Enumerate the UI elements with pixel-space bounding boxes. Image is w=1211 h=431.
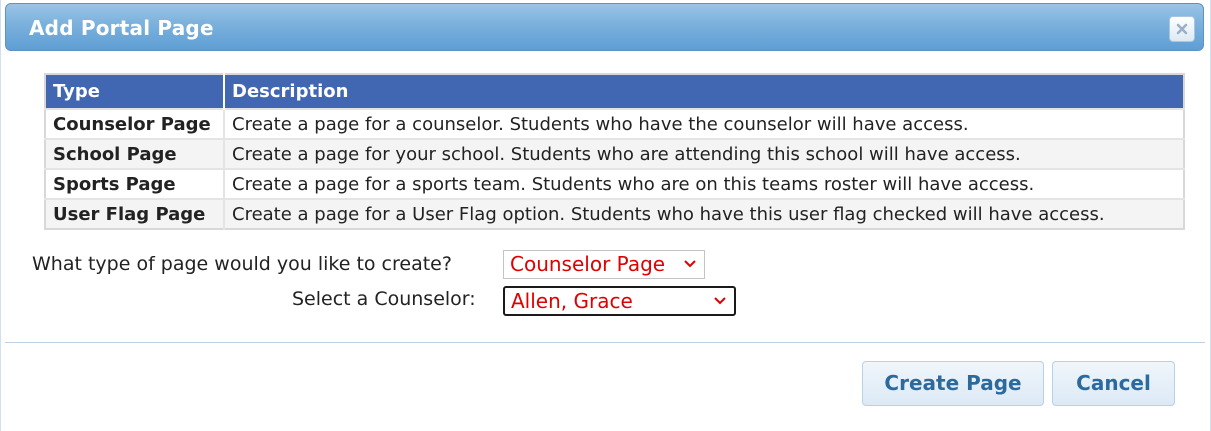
- table-row: Counselor Page Create a page for a couns…: [45, 108, 1184, 139]
- chevron-down-icon: [684, 260, 696, 268]
- column-header-type: Type: [45, 74, 225, 109]
- page-type-selected-value: Counselor Page: [510, 252, 666, 276]
- counselor-label: Select a Counselor:: [292, 288, 476, 310]
- dialog-titlebar[interactable]: Add Portal Page: [5, 3, 1204, 51]
- dialog-footer: Create Page Cancel: [2, 343, 1210, 431]
- column-header-description: Description: [224, 74, 1184, 109]
- create-page-button[interactable]: Create Page: [862, 361, 1044, 406]
- type-cell: User Flag Page: [45, 198, 225, 229]
- description-cell: Create a page for a sports team. Student…: [224, 168, 1184, 199]
- table-row: Sports Page Create a page for a sports t…: [45, 168, 1184, 199]
- page-type-label: What type of page would you like to crea…: [32, 253, 452, 275]
- counselor-select[interactable]: Allen, Grace: [503, 286, 736, 316]
- table-row: User Flag Page Create a page for a User …: [45, 198, 1184, 229]
- cancel-button[interactable]: Cancel: [1052, 361, 1175, 406]
- page-types-table: Type Description Counselor Page Create a…: [44, 73, 1185, 230]
- table-row: School Page Create a page for your schoo…: [45, 138, 1184, 169]
- close-button[interactable]: [1169, 16, 1195, 42]
- description-cell: Create a page for a counselor. Students …: [224, 108, 1184, 139]
- dialog-title: Add Portal Page: [29, 16, 214, 40]
- table-header-row: Type Description: [45, 74, 1184, 109]
- description-cell: Create a page for your school. Students …: [224, 138, 1184, 169]
- page-type-select[interactable]: Counselor Page: [503, 250, 705, 279]
- type-cell: Sports Page: [45, 168, 225, 199]
- close-x-icon: [1176, 23, 1188, 35]
- type-cell: Counselor Page: [45, 108, 225, 139]
- add-portal-page-dialog: Add Portal Page Type Description Counsel…: [0, 0, 1211, 431]
- counselor-selected-value: Allen, Grace: [511, 289, 633, 313]
- type-cell: School Page: [45, 138, 225, 169]
- description-cell: Create a page for a User Flag option. St…: [224, 198, 1184, 229]
- chevron-down-icon: [714, 297, 726, 305]
